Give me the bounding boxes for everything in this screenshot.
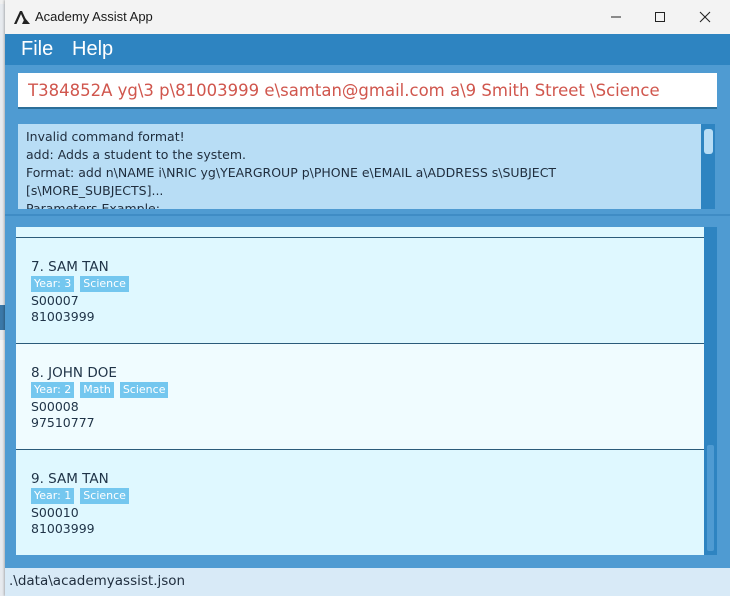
data-file-path: .\data\academyassist.json xyxy=(9,573,186,589)
command-input[interactable] xyxy=(18,73,717,107)
result-display: Invalid command format! add: Adds a stud… xyxy=(18,124,715,209)
app-logo-icon xyxy=(14,11,30,24)
menu-file[interactable]: File xyxy=(21,38,53,61)
year-tag: Year: 3 xyxy=(31,276,75,292)
student-phone: 97510777 xyxy=(31,415,95,430)
student-id: S00007 xyxy=(31,293,79,308)
command-box xyxy=(18,73,717,109)
tag-list: Year: 3 Science xyxy=(31,276,129,292)
student-id: S00008 xyxy=(31,399,79,414)
list-scrollbar-thumb[interactable] xyxy=(707,445,714,551)
tag-list: Year: 2 Math Science xyxy=(31,382,169,398)
student-card[interactable] xyxy=(16,227,704,237)
result-scrollbar-thumb[interactable] xyxy=(704,129,713,154)
subject-tag: Science xyxy=(80,488,129,504)
result-message: Invalid command format! add: Adds a stud… xyxy=(26,129,557,209)
year-tag: Year: 2 xyxy=(31,382,75,398)
list-scrollbar[interactable] xyxy=(704,227,717,555)
result-scrollbar[interactable] xyxy=(701,124,715,209)
student-phone: 81003999 xyxy=(31,309,95,324)
student-phone: 81003999 xyxy=(31,521,95,536)
student-name: 9. SAM TAN xyxy=(31,471,109,487)
panel-divider[interactable] xyxy=(5,214,730,216)
app-window: Academy Assist App File Help Invalid com… xyxy=(5,0,730,596)
student-card[interactable]: 8. JOHN DOE Year: 2 Math Science S00008 … xyxy=(16,343,704,449)
menu-help[interactable]: Help xyxy=(72,38,113,61)
title-bar: Academy Assist App xyxy=(5,0,730,34)
student-name: 7. SAM TAN xyxy=(31,259,109,275)
close-button[interactable] xyxy=(682,0,728,34)
subject-tag: Math xyxy=(80,382,114,398)
subject-tag: Science xyxy=(119,382,169,398)
minimize-icon xyxy=(611,16,621,18)
student-list: 7. SAM TAN Year: 3 Science S00007 810039… xyxy=(16,227,704,555)
close-icon xyxy=(699,11,711,23)
maximize-icon xyxy=(655,12,665,22)
student-card[interactable]: 7. SAM TAN Year: 3 Science S00007 810039… xyxy=(16,237,704,343)
subject-tag: Science xyxy=(80,276,129,292)
tag-list: Year: 1 Science xyxy=(31,488,129,504)
minimize-button[interactable] xyxy=(593,0,639,34)
year-tag: Year: 1 xyxy=(31,488,75,504)
menu-bar: File Help xyxy=(5,34,730,65)
maximize-button[interactable] xyxy=(637,0,683,34)
student-card[interactable]: 9. SAM TAN Year: 1 Science S00010 810039… xyxy=(16,449,704,555)
student-id: S00010 xyxy=(31,505,79,520)
student-name: 8. JOHN DOE xyxy=(31,365,117,381)
window-title: Academy Assist App xyxy=(35,9,153,24)
status-bar: .\data\academyassist.json xyxy=(5,568,730,596)
